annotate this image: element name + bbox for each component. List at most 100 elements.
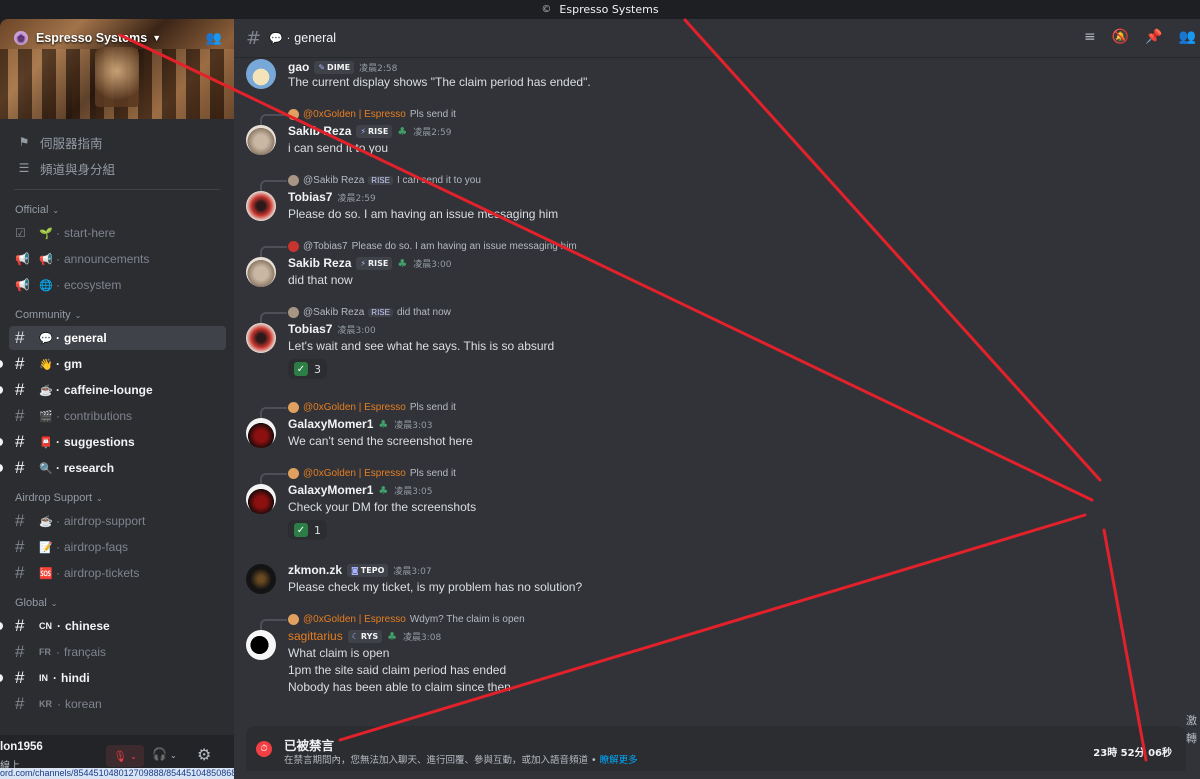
message-list[interactable]: gao ✎ DIME 凌晨2:58 The current display shows… [234,59,1200,719]
message-author[interactable]: GalaxyMomer1 [288,483,373,497]
avatar[interactable] [246,323,276,353]
reply-preview[interactable]: @0xGolden | Espresso Pls send it [260,107,456,126]
window-title: Espresso Systems [559,3,659,16]
notification-bell-muted-icon[interactable]: 🔕 [1112,29,1129,45]
channel-general[interactable]: # 💬 · general [9,326,226,350]
mute-mic-button[interactable]: 🎙 ⌄ [106,745,144,767]
message-author[interactable]: gao [288,60,309,74]
avatar[interactable] [246,418,276,448]
channel-label: hindi [61,671,90,685]
chat-area: # 💬 · general ≡ 🔕 📌 👥 gao ✎ DIME 凌晨2:58 The… [234,19,1200,779]
reply-preview[interactable]: @0xGolden | Espresso Pls send it [260,466,456,485]
channel-ecosystem[interactable]: 📢 🌐 · ecosystem [9,273,226,297]
chevron-down-icon: ⌄ [74,310,82,320]
app-logo-icon: © [541,4,552,15]
channel-suggestions[interactable]: # 📮 · suggestions [0,430,226,454]
reply-author: @0xGolden | Espresso [303,467,406,479]
check-mark-icon: ✓ [294,362,308,376]
channel-airdrop-faqs[interactable]: # 📝 · airdrop-faqs [9,535,226,559]
reaction-chip[interactable]: ✓ 3 [288,359,327,379]
channel-research[interactable]: # 🔍 · research [0,456,226,480]
message-author[interactable]: Tobias7 [288,190,332,204]
avatar[interactable] [246,125,276,155]
channel-emoji: 📢 [39,253,53,266]
reply-preview[interactable]: @Sakib Reza RISE did that now [260,305,451,324]
reply-preview[interactable]: @0xGolden | Espresso Wdym? The claim is o… [260,612,525,631]
category-community-label: Community [15,309,71,321]
category-global[interactable]: Global ⌄ [0,593,234,613]
channel-start-here[interactable]: ☑ 🌱 · start-here [9,221,226,245]
channel-emoji: 🎬 [39,410,53,423]
headphones-icon: 🎧 [152,747,167,761]
message-author[interactable]: sagittarius [288,629,343,643]
guild-tag-label: RISE [368,126,389,136]
server-name-button[interactable]: ✿ Espresso Systems ▼ [14,31,161,45]
message-text: did that now [288,273,353,287]
avatar[interactable] [246,59,276,89]
channel-airdrop-tickets[interactable]: # 🆘 · airdrop-tickets [9,561,226,585]
category-community[interactable]: Community ⌄ [0,305,234,325]
nav-server-guide-label: 伺服器指南 [40,136,103,151]
channel-title: general [294,31,336,45]
overflow-char: 轉 [1186,732,1197,745]
hash-icon: # [15,668,25,687]
channel-airdrop-support[interactable]: # ☕ · airdrop-support [9,509,226,533]
message-author[interactable]: Sakib Reza [288,124,351,138]
reaction-count: 3 [314,362,321,376]
category-official[interactable]: Official ⌄ [0,200,234,220]
message-author[interactable]: GalaxyMomer1 [288,417,373,431]
message-author[interactable]: zkmon.zk [288,563,342,577]
megaphone-icon: 📢 [15,252,30,266]
channel-caffeine-lounge[interactable]: # ☕ · caffeine-lounge [0,378,226,402]
unread-indicator [0,360,3,368]
nav-server-guide[interactable]: ⚑ 伺服器指南 [0,129,234,155]
avatar[interactable] [246,257,276,287]
channel-label: airdrop-tickets [64,566,140,580]
channel-label: ecosystem [64,278,122,292]
message-author[interactable]: Sakib Reza [288,256,351,270]
channel-sidebar: ✿ Espresso Systems ▼ 👥 ⚑ 伺服器指南 ☰ 頻道與身分組 … [0,19,234,779]
avatar[interactable] [246,191,276,221]
channel-contributions[interactable]: # 🎬 · contributions [9,404,226,428]
channel-announcements[interactable]: 📢 📢 · announcements [9,247,226,271]
avatar[interactable] [246,630,276,660]
unread-indicator [0,438,3,446]
avatar[interactable] [246,484,276,514]
message-text-line: What claim is open [288,646,390,660]
avatar[interactable] [246,564,276,594]
camera-icon: ◙ [351,565,359,575]
learn-more-link[interactable]: 瞭解更多 [600,755,638,766]
channel-francais[interactable]: # FR · français [9,640,226,664]
reply-tag: RISE [368,307,393,317]
reply-text: Pls send it [409,467,456,479]
reaction-chip[interactable]: ✓ 1 [288,520,327,540]
reply-text: Wdym? The claim is open [409,613,525,625]
channel-label: gm [64,357,82,371]
message-text: Check your DM for the screenshots [288,500,477,514]
invite-people-icon[interactable]: 👥 [206,31,222,46]
category-airdrop-support[interactable]: Airdrop Support ⌄ [0,488,234,508]
hash-icon: # [15,380,25,399]
channel-gm[interactable]: # 👋 · gm [0,352,226,376]
reply-preview[interactable]: @0xGolden | Espresso Pls send it [260,400,456,419]
server-banner[interactable]: ✿ Espresso Systems ▼ 👥 [0,19,234,119]
divider [14,189,220,190]
reply-preview[interactable]: @Sakib Reza RISE I can send it to you [260,173,481,192]
overflow-char: 激 [1186,714,1197,727]
timeout-countdown: 23時 52分 06秒 [1093,748,1172,759]
channel-chinese[interactable]: # CN · chinese [0,614,226,638]
nav-channels-roles[interactable]: ☰ 頻道與身分組 [0,155,234,181]
user-settings-gear-icon[interactable]: ⚙ [197,745,211,764]
user-name[interactable]: lon1956 [0,741,43,753]
unread-indicator [0,386,3,394]
pin-icon[interactable]: 📌 [1145,29,1162,45]
message-author[interactable]: Tobias7 [288,322,332,336]
channel-korean[interactable]: # KR · korean [9,692,226,716]
reply-preview[interactable]: @Tobias7 Please do so. I am having an iss… [260,239,577,258]
channel-hindi[interactable]: # IN · hindi [0,666,226,690]
threads-icon[interactable]: ≡ [1084,29,1096,45]
locale-prefix: FR [39,647,51,657]
deafen-button[interactable]: 🎧 ⌄ [152,747,177,761]
member-list-icon[interactable]: 👥 [1179,29,1196,45]
channel-emoji: 📮 [39,436,53,449]
